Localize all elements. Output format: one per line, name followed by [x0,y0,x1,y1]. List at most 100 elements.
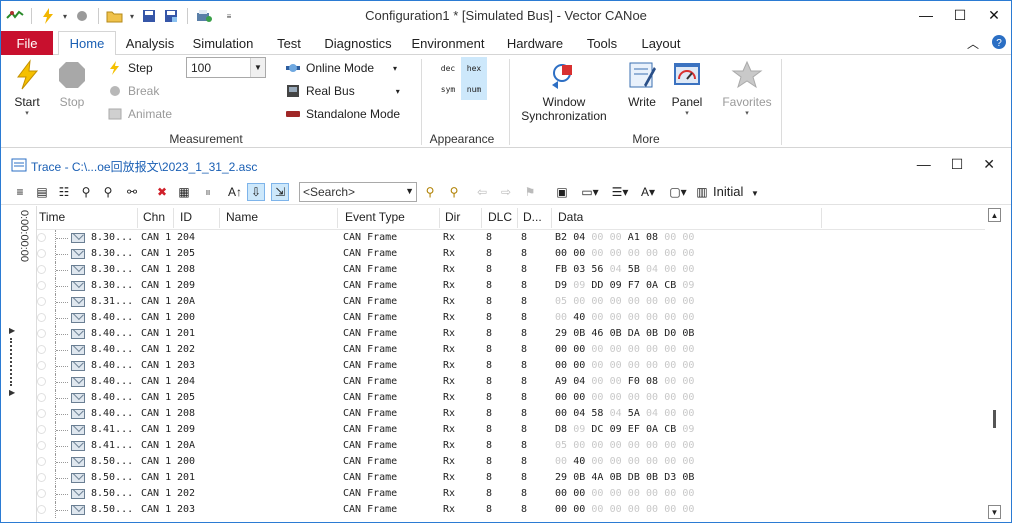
customize-icon[interactable]: ≡ [224,12,234,21]
scrollbar-thumb[interactable] [993,410,996,428]
scroll-mode-icon[interactable]: ⇩ [247,183,265,201]
splitter-handle[interactable] [10,338,13,386]
column-header-dlc[interactable]: DLC [488,210,512,226]
filter-funnel-icon[interactable]: ⚲ [77,183,95,201]
filter-icon[interactable]: ≡ [11,183,29,201]
chevron-down-icon[interactable]: ▾ [60,12,70,21]
search-next-icon[interactable]: ⚲ [421,183,439,201]
column-separator[interactable] [481,208,482,228]
print-icon[interactable] [194,6,214,26]
column-header-event-type[interactable]: Event Type [345,210,405,226]
tab-hardware[interactable]: Hardware [499,31,571,55]
chronological-mode-icon[interactable]: ⇲ [271,183,289,201]
table-row[interactable]: 8.30... CAN 1 208 CAN Frame Rx 8 8 FB 03 56 04 5B 04… [37,262,985,278]
standalone-mode-button[interactable]: Standalone Mode [285,104,400,124]
table-row[interactable]: 8.50... CAN 1 201 CAN Frame Rx 8 8 29 0B 4A 0B DB 0B… [37,470,985,486]
table-row[interactable]: 8.41... CAN 1 20A CAN Frame Rx 8 8 05 00 00 00 00 00… [37,438,985,454]
column-separator[interactable] [551,208,552,228]
real-bus-button[interactable]: Real Bus ▾ [285,81,400,101]
table-row[interactable]: 8.30... CAN 1 209 CAN Frame Rx 8 8 D9 09 DD 09 F7 0A… [37,278,985,294]
search-prev-icon[interactable]: ⚲ [445,183,463,201]
table-row[interactable]: 8.50... CAN 1 203 CAN Frame Rx 8 8 00 00 00 00 00 00… [37,502,985,518]
tab-simulation[interactable]: Simulation [187,31,259,55]
format-hex-button[interactable]: hex [461,57,487,79]
save-icon[interactable] [139,6,159,26]
close-button[interactable]: ✕ [977,1,1011,29]
tab-tools[interactable]: Tools [579,31,625,55]
tab-file[interactable]: File [1,31,53,55]
start-icon[interactable] [38,6,58,26]
detail-view-icon[interactable]: ▦ [175,183,193,201]
column-separator[interactable] [137,208,138,228]
log-window-icon[interactable]: ▭▾ [577,183,603,201]
forward-icon[interactable]: ⇨ [497,183,515,201]
table-row[interactable]: 8.40... CAN 1 203 CAN Frame Rx 8 8 00 00 00 00 00 00… [37,358,985,374]
write-button[interactable]: Write [623,59,661,109]
stop-icon[interactable] [72,6,92,26]
table-row[interactable]: 8.40... CAN 1 204 CAN Frame Rx 8 8 A9 04 00 00 F0 08… [37,374,985,390]
layout-selector[interactable]: Initial ▼ [713,184,759,199]
tab-environment[interactable]: Environment [405,31,491,55]
table-row[interactable]: 8.40... CAN 1 200 CAN Frame Rx 8 8 00 40 00 00 00 00… [37,310,985,326]
table-row[interactable]: 8.41... CAN 1 209 CAN Frame Rx 8 8 D8 09 DC 09 EF 0A… [37,422,985,438]
online-mode-button[interactable]: Online Mode ▾ [285,58,397,78]
back-icon[interactable]: ⇦ [473,183,491,201]
column-separator[interactable] [219,208,220,228]
open-folder-icon[interactable] [105,6,125,26]
tab-analysis[interactable]: Analysis [121,31,179,55]
favorites-button[interactable]: Favorites ▾ [717,59,777,117]
find-icon[interactable]: ⚯ [123,183,141,201]
animate-button[interactable]: Animate [107,104,172,124]
column-header-dir[interactable]: Dir [445,210,460,226]
start-button[interactable]: Start ▾ [9,59,45,117]
table-row[interactable]: 8.40... CAN 1 208 CAN Frame Rx 8 8 00 04 58 04 5A 04… [37,406,985,422]
scroll-up-arrow[interactable]: ▲ [988,208,1001,222]
table-row[interactable]: 8.30... CAN 1 205 CAN Frame Rx 8 8 00 00 00 00 00 00… [37,246,985,262]
column-separator[interactable] [517,208,518,228]
marker-icon[interactable]: ⚑ [521,183,539,201]
tab-layout[interactable]: Layout [633,31,689,55]
panel-button[interactable]: Panel ▾ [667,59,707,117]
format-sym-button[interactable]: sym [435,78,461,100]
view-icon[interactable]: ▢▾ [665,183,691,201]
font-icon[interactable]: A▾ [635,183,661,201]
collapse-ribbon-icon[interactable]: ︿ [967,35,979,52]
clear-icon[interactable]: ✖ [153,183,171,201]
scroll-down-arrow[interactable]: ▼ [988,505,1001,519]
filter-edit-icon[interactable]: ⚲ [99,183,117,201]
table-row[interactable]: 8.40... CAN 1 201 CAN Frame Rx 8 8 29 0B 46 0B DA 0B… [37,326,985,342]
columns-icon[interactable]: ▤ [33,183,51,201]
column-header-data-length[interactable]: D... [523,210,542,226]
table-row[interactable]: 8.31... CAN 1 20A CAN Frame Rx 8 8 05 00 00 00 00 00… [37,294,985,310]
column-config-icon[interactable]: ▥ [693,183,711,201]
pause-icon[interactable]: ⏸ [199,183,217,201]
table-row[interactable]: 8.30... CAN 1 204 CAN Frame Rx 8 8 B2 04 00 00 A1 08… [37,230,985,246]
table-row[interactable]: 8.50... CAN 1 200 CAN Frame Rx 8 8 00 40 00 00 00 00… [37,454,985,470]
column-layout-icon[interactable]: ☰▾ [607,183,633,201]
column-separator[interactable] [173,208,174,228]
column-header-id[interactable]: ID [180,210,192,226]
format-dec-button[interactable]: dec [435,57,461,79]
chevron-down-icon[interactable]: ▼ [250,58,265,77]
chevron-down-icon[interactable]: ▼ [405,186,414,196]
animation-speed-combo[interactable]: 100 ▼ [186,57,266,78]
close-button[interactable]: ✕ [983,156,995,173]
save-as-icon[interactable] [161,6,181,26]
table-row[interactable]: 8.40... CAN 1 202 CAN Frame Rx 8 8 00 00 00 00 00 00… [37,342,985,358]
column-separator[interactable] [821,208,822,228]
column-header-time[interactable]: Time [39,210,65,226]
table-row[interactable]: 8.50... CAN 1 202 CAN Frame Rx 8 8 00 00 00 00 00 00… [37,486,985,502]
break-button[interactable]: Break [107,81,159,101]
tree-view-icon[interactable]: ☷ [55,183,73,201]
column-separator[interactable] [439,208,440,228]
tab-diagnostics[interactable]: Diagnostics [319,31,397,55]
tab-home[interactable]: Home [58,31,116,56]
time-mode-icon[interactable]: A↑ [223,183,247,201]
minimize-button[interactable]: — [917,156,931,173]
column-header-data[interactable]: Data [558,210,583,226]
step-button[interactable]: Step [107,58,153,78]
window-layout-icon[interactable]: ▣ [553,183,571,201]
column-header-name[interactable]: Name [226,210,258,226]
window-synchronization-button[interactable]: Window Synchronization [517,59,611,123]
maximize-button[interactable]: ☐ [951,156,964,173]
